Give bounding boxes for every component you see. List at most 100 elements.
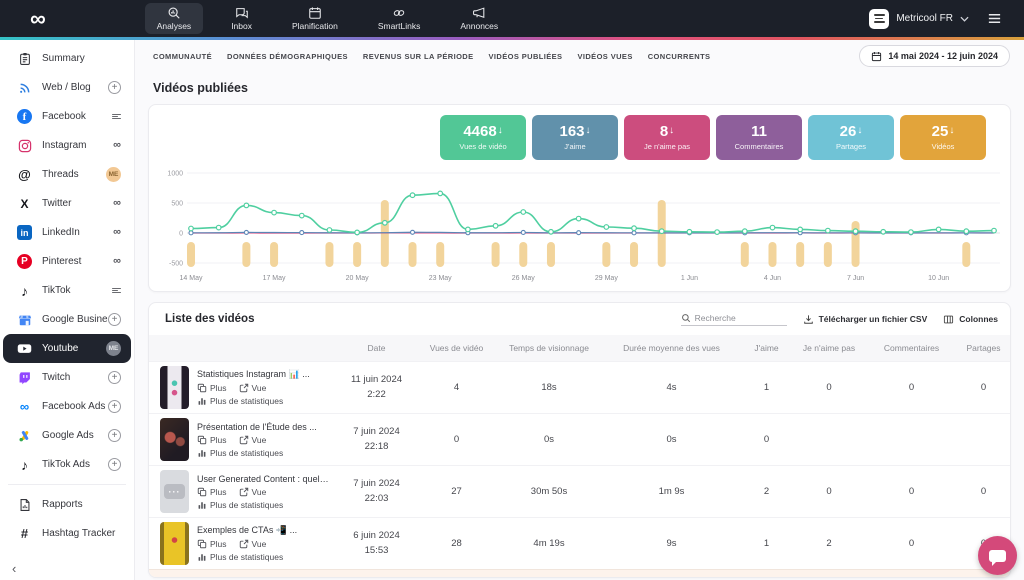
- column-header[interactable]: J'aime: [739, 343, 794, 353]
- add-connection-button[interactable]: +: [108, 400, 121, 413]
- svg-text:0: 0: [179, 231, 183, 238]
- table-row[interactable]: User Generated Content : quels... Plus V…: [149, 465, 1010, 517]
- sidebar-item-youtube[interactable]: YoutubeME: [3, 334, 131, 363]
- date-range-button[interactable]: 14 mai 2024 - 12 juin 2024: [859, 45, 1010, 67]
- sidebar-collapse-button[interactable]: ‹: [12, 561, 16, 576]
- sidebar-item-tiktok[interactable]: ♪TikTok: [3, 276, 131, 305]
- date-range-label: 14 mai 2024 - 12 juin 2024: [888, 51, 998, 61]
- more-button[interactable]: Plus: [197, 383, 227, 393]
- more-button[interactable]: Plus: [197, 435, 227, 445]
- metricool-wordmark-badge: [112, 114, 121, 120]
- sidebar-item-google-ads[interactable]: Google Ads+: [3, 421, 131, 450]
- download-csv-button[interactable]: Télécharger un fichier CSV: [803, 314, 928, 325]
- stat-card-commentaires[interactable]: 11Commentaires: [716, 115, 802, 160]
- video-title[interactable]: Statistiques Instagram 📊 ...: [197, 369, 310, 380]
- sidebar-item-twitch[interactable]: Twitch+: [3, 363, 131, 392]
- table-row[interactable]: Présentation de l'Étude des ... Plus Vue…: [149, 413, 1010, 465]
- chat-launcher-button[interactable]: [978, 536, 1017, 575]
- svg-text:4 Jun: 4 Jun: [764, 275, 781, 282]
- sidebar-item-instagram[interactable]: Instagram∞: [3, 131, 131, 160]
- more-stats-button[interactable]: Plus de statistiques: [197, 396, 283, 406]
- video-thumbnail[interactable]: [160, 366, 189, 409]
- add-connection-button[interactable]: +: [108, 429, 121, 442]
- nav-item-analyses[interactable]: Analyses: [145, 3, 204, 34]
- sidebar-item-summary[interactable]: Summary: [3, 44, 131, 73]
- cell-shares: 0: [959, 382, 1008, 393]
- sidebar-item-rapports[interactable]: Rapports: [3, 490, 131, 519]
- nav-item-annonces[interactable]: Annonces: [448, 3, 510, 34]
- cell-comments: 0: [864, 486, 959, 497]
- external-link-icon: [239, 435, 249, 445]
- add-connection-button[interactable]: +: [108, 458, 121, 471]
- sidebar-item-tiktok-ads[interactable]: ♪TikTok Ads+: [3, 450, 131, 479]
- sidebar-item-label: Pinterest: [42, 256, 113, 267]
- sidebar-item-hashtag-tracker[interactable]: #Hashtag Tracker: [3, 519, 131, 548]
- video-thumbnail[interactable]: [160, 470, 189, 513]
- sidebar-item-threads[interactable]: @ThreadsME: [3, 160, 131, 189]
- video-title[interactable]: User Generated Content : quels...: [197, 474, 329, 484]
- add-connection-button[interactable]: +: [108, 313, 121, 326]
- column-header[interactable]: Date: [334, 343, 419, 353]
- facebook-icon: f: [16, 108, 33, 125]
- column-header[interactable]: Partages: [959, 343, 1008, 353]
- column-header[interactable]: Durée moyenne des vues: [604, 343, 739, 353]
- table-row[interactable]: Exemples de CTAs 📲 ... Plus Vue Plus de …: [149, 517, 1010, 569]
- more-stats-button[interactable]: Plus de statistiques: [197, 448, 283, 458]
- video-thumbnail[interactable]: [160, 418, 189, 461]
- stat-card-je-n-aime-pas[interactable]: 8↓Je n'aime pas: [624, 115, 710, 160]
- sidebar-item-facebook[interactable]: fFacebook: [3, 102, 131, 131]
- stat-card-vues-de-vid-o[interactable]: 4468↓Vues de vidéo: [440, 115, 526, 160]
- stat-card-label: J'aime: [564, 142, 585, 151]
- more-stats-button[interactable]: Plus de statistiques: [197, 500, 283, 510]
- infinity-badge: ∞: [113, 140, 121, 151]
- view-button[interactable]: Vue: [239, 487, 267, 497]
- column-header[interactable]: Je n'aime pas: [794, 343, 864, 353]
- column-header[interactable]: Commentaires: [864, 343, 959, 353]
- sidebar-item-web-blog[interactable]: Web / Blog+: [3, 73, 131, 102]
- nav-item-planification[interactable]: Planification: [280, 3, 350, 34]
- table-row[interactable]: Statistiques Instagram 📊 ... Plus Vue Pl…: [149, 361, 1010, 413]
- more-button[interactable]: Plus: [197, 539, 227, 549]
- stat-card-j-aime[interactable]: 163↓J'aime: [532, 115, 618, 160]
- more-button[interactable]: Plus: [197, 487, 227, 497]
- view-button[interactable]: Vue: [239, 539, 267, 549]
- columns-button[interactable]: Colonnes: [943, 314, 998, 325]
- search-field[interactable]: [681, 313, 787, 326]
- cell-shares: 0: [959, 486, 1008, 497]
- view-button[interactable]: Vue: [239, 383, 267, 393]
- account-menu[interactable]: Metricool FR: [869, 9, 969, 29]
- cell-avg-view: 9s: [604, 538, 739, 549]
- google-business-icon: [16, 311, 33, 328]
- table-row-partial[interactable]: [149, 569, 1010, 578]
- stat-card-vid-os[interactable]: 25↓Vidéos: [900, 115, 986, 160]
- add-connection-button[interactable]: +: [108, 371, 121, 384]
- metricool-logo[interactable]: ∞: [30, 8, 45, 30]
- sidebar-item-label: Facebook Ads: [42, 401, 108, 412]
- tab-donn-es-d-mographiques[interactable]: DONNÉES DÉMOGRAPHIQUES: [227, 52, 348, 61]
- tab-communaut-[interactable]: COMMUNAUTÉ: [153, 52, 212, 61]
- sidebar-item-twitter[interactable]: XTwitter∞: [3, 189, 131, 218]
- tab-vid-os-vues[interactable]: VIDÉOS VUES: [577, 52, 632, 61]
- video-title[interactable]: Exemples de CTAs 📲 ...: [197, 525, 297, 536]
- hamburger-menu-icon[interactable]: [987, 11, 1002, 26]
- tab-vid-os-publi-es[interactable]: VIDÉOS PUBLIÉES: [489, 52, 563, 61]
- video-title[interactable]: Présentation de l'Étude des ...: [197, 422, 317, 432]
- trend-down-icon: ↓: [586, 125, 591, 136]
- sidebar-item-pinterest[interactable]: PPinterest∞: [3, 247, 131, 276]
- sidebar-item-linkedin[interactable]: inLinkedIn∞: [3, 218, 131, 247]
- sidebar-item-google-business[interactable]: Google Business ...+: [3, 305, 131, 334]
- column-header[interactable]: Temps de visionnage: [494, 343, 604, 353]
- video-thumbnail[interactable]: [160, 522, 189, 565]
- add-connection-button[interactable]: +: [108, 81, 121, 94]
- view-button[interactable]: Vue: [239, 435, 267, 445]
- stat-card-partages[interactable]: 26↓Partages: [808, 115, 894, 160]
- sidebar-item-facebook-ads[interactable]: ∞Facebook Ads+: [3, 392, 131, 421]
- column-header[interactable]: Vues de vidéo: [419, 343, 494, 353]
- search-input[interactable]: [695, 313, 787, 323]
- nav-item-smartlinks[interactable]: SmartLinks: [366, 3, 433, 34]
- tab-revenus-sur-la-p-riode[interactable]: REVENUS SUR LA PÉRIODE: [363, 52, 474, 61]
- nav-item-inbox[interactable]: Inbox: [219, 3, 264, 34]
- more-stats-button[interactable]: Plus de statistiques: [197, 552, 283, 562]
- infinity-badge: ∞: [113, 198, 121, 209]
- tab-concurrents[interactable]: CONCURRENTS: [648, 52, 711, 61]
